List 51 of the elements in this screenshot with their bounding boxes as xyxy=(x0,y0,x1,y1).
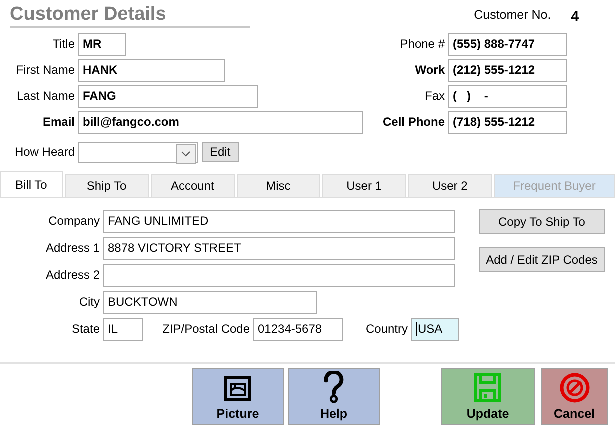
prohibited-icon xyxy=(558,372,590,404)
field-label: Last Name xyxy=(16,89,75,103)
field-label: Country xyxy=(364,322,408,336)
save-button[interactable]: Update xyxy=(441,368,535,425)
field-label: First Name xyxy=(15,63,75,77)
input-field[interactable]: IL xyxy=(103,318,143,340)
field-label: City xyxy=(78,295,100,309)
input-field[interactable]: (718) 555-1212 xyxy=(448,110,567,134)
customer-no-label: Customer No. xyxy=(474,8,552,24)
field-label: Company xyxy=(48,214,100,228)
picture-button[interactable]: Picture xyxy=(192,368,284,425)
input-field[interactable]: (555) 888-7747 xyxy=(448,32,567,56)
field-label: Cell Phone xyxy=(382,115,445,129)
field-label: Title xyxy=(52,37,75,51)
tab[interactable]: Ship To xyxy=(64,174,149,197)
input-field[interactable]: MR xyxy=(78,32,126,56)
picture-frame-icon xyxy=(223,374,253,404)
input-field[interactable]: FANG UNLIMITED xyxy=(103,210,455,232)
tab[interactable]: User 1 xyxy=(322,174,406,197)
tab[interactable]: Account xyxy=(150,174,235,197)
field-label: ZIP/Postal Code xyxy=(162,322,250,336)
chevron-icon xyxy=(176,144,196,164)
input-field[interactable]: BUCKTOWN xyxy=(103,290,317,314)
input-field[interactable]: 8878 VICTORY STREET xyxy=(103,236,455,260)
input-field[interactable]: ( ) - xyxy=(448,84,567,108)
customer-no-value: 4 xyxy=(571,8,579,26)
field-label: Phone # xyxy=(399,37,445,51)
input-field[interactable] xyxy=(103,264,455,286)
field-label: Email xyxy=(42,115,75,129)
dropdown[interactable] xyxy=(78,142,198,162)
field-label: Work xyxy=(414,63,445,77)
field-label: How Heard xyxy=(14,145,75,159)
help-button[interactable]: Help xyxy=(288,368,380,425)
field-label: Address 2 xyxy=(44,268,100,282)
page-title: Customer Details xyxy=(10,4,250,28)
tab[interactable]: Bill To xyxy=(0,171,63,197)
field-label: Fax xyxy=(424,89,445,103)
field-label: State xyxy=(70,322,100,336)
input-field[interactable]: (212) 555-1212 xyxy=(448,58,567,82)
cancel-button[interactable]: Cancel xyxy=(541,368,608,425)
edit-button[interactable]: Edit xyxy=(202,142,239,162)
side-button[interactable]: Add / Edit ZIP Codes xyxy=(479,247,605,272)
tab[interactable]: User 2 xyxy=(408,174,492,197)
input-field[interactable]: FANG xyxy=(78,84,258,108)
input-field[interactable]: 01234-5678 xyxy=(253,318,343,340)
side-button[interactable]: Copy To Ship To xyxy=(479,209,605,234)
input-field[interactable]: USA xyxy=(411,318,459,340)
input-field[interactable]: HANK xyxy=(78,58,225,82)
tab[interactable]: Misc xyxy=(236,174,320,197)
field-label: Address 1 xyxy=(44,241,100,255)
input-field[interactable]: bill@fangco.com xyxy=(78,110,363,134)
